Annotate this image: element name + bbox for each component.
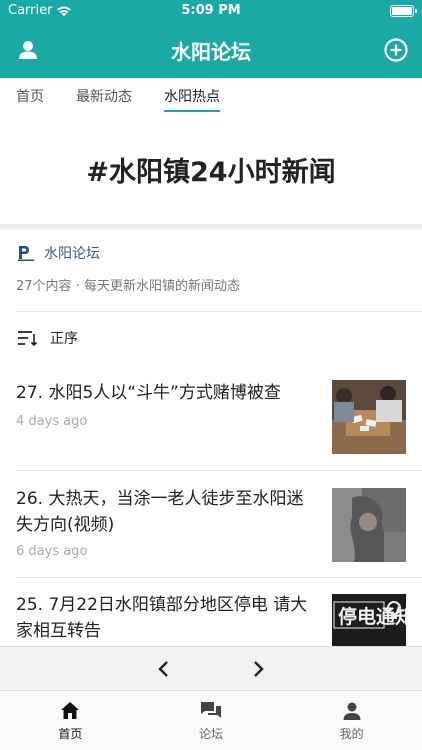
thumbnail-image	[332, 380, 406, 454]
item-timestamp: 6 days ago	[16, 544, 88, 559]
tab-hot[interactable]: 水阳热点	[164, 78, 220, 114]
profile-icon	[343, 702, 361, 720]
divider	[16, 577, 422, 578]
add-circle-icon	[384, 38, 408, 62]
sort-toggle[interactable]: 正序	[16, 328, 78, 348]
tab-latest[interactable]: 最新动态	[76, 78, 132, 114]
status-bar: Carrier 5:09 PM	[0, 0, 422, 22]
pager-bar	[0, 646, 422, 690]
item-headline[interactable]: 26. 大热天，当涂一老人徒步至水阳迷失方向(视频)	[16, 486, 316, 538]
tabbar-home[interactable]: 首页	[0, 691, 141, 750]
next-page-button[interactable]	[246, 657, 270, 681]
tab-home[interactable]: 首页	[16, 78, 44, 114]
bottom-tab-bar: 首页 论坛 我的	[0, 690, 422, 750]
page-title: 水阳论坛	[171, 40, 251, 64]
divider	[0, 224, 422, 229]
topic-title: #水阳镇24小时新闻	[86, 156, 336, 188]
forum-description: 27个内容 · 每天更新水阳镇的新闻动态	[16, 279, 240, 294]
divider	[16, 470, 422, 471]
forum-logo-icon	[18, 246, 34, 261]
item-timestamp: 4 days ago	[16, 414, 88, 429]
item-thumbnail[interactable]	[332, 488, 406, 562]
thumbnail-image	[332, 488, 406, 562]
forum-header[interactable]: 水阳论坛	[16, 243, 100, 263]
item-thumbnail[interactable]	[332, 380, 406, 454]
battery-icon	[390, 5, 417, 17]
prev-page-button[interactable]	[152, 657, 176, 681]
tabbar-profile[interactable]: 我的	[281, 691, 422, 750]
tabbar-home-label: 首页	[58, 727, 83, 741]
chevron-right-icon	[254, 661, 264, 677]
tabbar-profile-label: 我的	[339, 727, 364, 741]
list-item[interactable]: 26. 大热天，当涂一老人徒步至水阳迷失方向(视频) 6 days ago	[16, 486, 406, 566]
section-tabs: 首页 最新动态 水阳热点	[0, 78, 422, 114]
forum-icon	[201, 702, 221, 718]
sort-icon	[18, 331, 38, 347]
clock: 5:09 PM	[181, 3, 241, 18]
home-icon	[61, 702, 80, 719]
item-headline[interactable]: 27. 水阳5人以“斗牛”方式赌博被查	[16, 380, 316, 406]
forum-name[interactable]: 水阳论坛	[44, 243, 100, 263]
list-item[interactable]: 27. 水阳5人以“斗牛”方式赌博被查 4 days ago	[16, 380, 406, 458]
tabbar-forum[interactable]: 论坛	[141, 691, 282, 750]
nav-bar: 水阳论坛	[0, 22, 422, 78]
sort-label: 正序	[50, 331, 78, 347]
add-post-button[interactable]	[382, 36, 410, 64]
chevron-left-icon	[158, 661, 168, 677]
item-headline[interactable]: 25. 7月22日水阳镇部分地区停电 请大家相互转告	[16, 592, 316, 644]
divider	[16, 311, 422, 312]
list-item[interactable]: 25. 7月22日水阳镇部分地区停电 请大家相互转告 停电通知	[16, 592, 406, 668]
tabbar-forum-label: 论坛	[199, 727, 224, 741]
